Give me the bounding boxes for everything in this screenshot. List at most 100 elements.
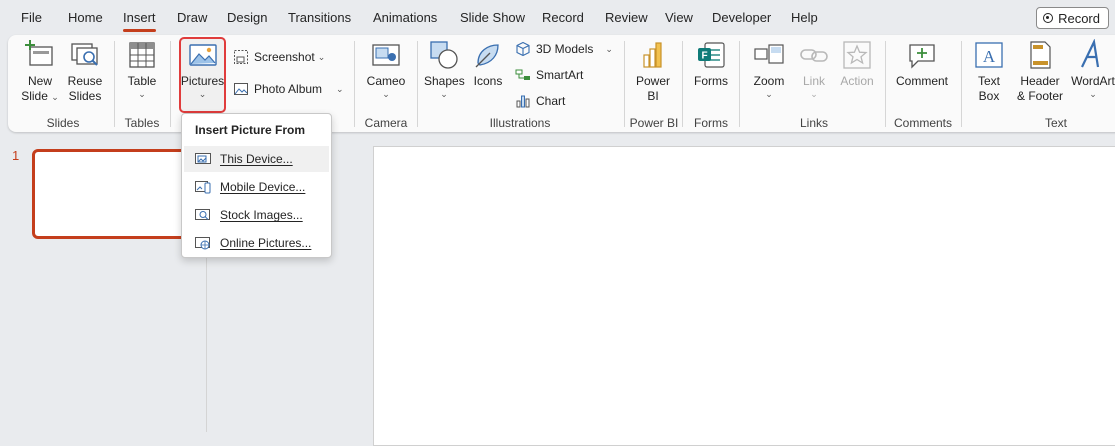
svg-text:A: A xyxy=(983,47,996,66)
table-button[interactable]: Table ⌄ xyxy=(122,39,162,99)
menu-title: Insert Picture From xyxy=(195,123,306,137)
chevron-down-icon: ⌄ xyxy=(765,89,773,99)
tab-draw[interactable]: Draw xyxy=(177,10,207,25)
tab-insert[interactable]: Insert xyxy=(123,10,156,32)
icons-button[interactable]: Icons xyxy=(470,39,506,89)
cube-icon xyxy=(516,41,530,57)
cameo-button[interactable]: Cameo ⌄ xyxy=(365,39,407,99)
group-separator xyxy=(114,41,115,127)
reuse-slides-icon xyxy=(71,43,98,66)
menu-item-label: Online Pictures... xyxy=(220,236,312,250)
tab-view[interactable]: View xyxy=(665,10,693,25)
screenshot-button[interactable]: Screenshot ⌄ xyxy=(233,47,325,67)
chevron-down-icon: ⌄ xyxy=(138,89,146,99)
slide-canvas[interactable] xyxy=(373,146,1115,446)
link-button[interactable]: Link ⌄ xyxy=(796,39,832,99)
insert-picture-menu: Insert Picture From This Device... Mobil… xyxy=(181,113,332,258)
chevron-down-icon: ⌄ xyxy=(440,89,448,99)
text-box-button[interactable]: A Text Box xyxy=(970,39,1008,104)
pictures-button[interactable]: Pictures ⌄ xyxy=(180,39,225,99)
this-device-icon xyxy=(195,153,211,164)
menu-item-label: Stock Images... xyxy=(220,208,303,222)
chart-button[interactable]: Chart xyxy=(515,91,565,111)
group-separator xyxy=(961,41,962,127)
chevron-down-icon: ⌄ xyxy=(317,52,326,62)
group-separator xyxy=(354,41,355,127)
ribbon-insert: New Slide ⌄ Reuse Slides Slides Table ⌄ … xyxy=(8,35,1115,132)
stock-images-icon xyxy=(195,209,210,220)
power-bi-icon xyxy=(643,42,662,68)
photo-album-button[interactable]: Photo Album ⌄ xyxy=(233,79,344,99)
group-separator xyxy=(682,41,683,127)
comment-icon xyxy=(909,44,935,69)
slide-thumbnail-number: 1 xyxy=(12,148,20,163)
tab-design[interactable]: Design xyxy=(227,10,267,25)
slide-thumbnail[interactable] xyxy=(32,149,192,239)
cameo-icon xyxy=(372,44,400,66)
link-icon xyxy=(800,49,828,62)
smartart-button[interactable]: SmartArt xyxy=(515,65,583,85)
menu-item-label: This Device... xyxy=(220,152,293,166)
comment-button[interactable]: Comment xyxy=(894,39,950,89)
new-slide-button[interactable]: New Slide ⌄ xyxy=(20,39,60,104)
zoom-icon xyxy=(754,44,784,64)
group-label-forms: Forms xyxy=(694,116,728,130)
chevron-down-icon: ⌄ xyxy=(382,89,390,99)
chevron-down-icon: ⌄ xyxy=(51,92,59,102)
shapes-icon xyxy=(430,41,458,69)
group-label-illustrations: Illustrations xyxy=(489,116,551,130)
power-bi-button[interactable]: Power BI xyxy=(632,39,674,104)
menu-item-stock-images[interactable]: Stock Images... xyxy=(184,202,329,228)
menu-item-mobile-device[interactable]: Mobile Device... xyxy=(184,174,329,200)
record-icon xyxy=(1043,13,1054,23)
chevron-down-icon: ⌄ xyxy=(810,89,818,99)
zoom-button[interactable]: Zoom ⌄ xyxy=(748,39,790,99)
icons-icon xyxy=(475,44,499,68)
smartart-icon xyxy=(515,69,530,80)
group-label-comments: Comments xyxy=(893,116,953,130)
ribbon-tab-bar: File Home Insert Draw Design Transitions… xyxy=(0,0,1115,36)
tab-record[interactable]: Record xyxy=(542,10,584,25)
wordart-button[interactable]: WordArt ⌄ xyxy=(1070,39,1115,99)
tab-home[interactable]: Home xyxy=(68,10,103,25)
header-footer-icon xyxy=(1030,41,1051,69)
online-pictures-icon xyxy=(195,237,210,250)
reuse-slides-button[interactable]: Reuse Slides xyxy=(64,39,106,104)
mobile-device-icon xyxy=(195,181,211,194)
group-separator xyxy=(885,41,886,127)
action-button[interactable]: Action xyxy=(837,39,877,89)
chevron-down-icon: ⌄ xyxy=(198,89,207,99)
menu-item-online-pictures[interactable]: Online Pictures... xyxy=(184,230,329,256)
chevron-down-icon: ⌄ xyxy=(336,84,344,94)
shapes-button[interactable]: Shapes ⌄ xyxy=(424,39,465,99)
menu-item-this-device[interactable]: This Device... xyxy=(184,146,329,172)
chart-icon xyxy=(516,95,530,108)
group-separator xyxy=(170,41,171,127)
tab-animations[interactable]: Animations xyxy=(373,10,437,25)
tab-review[interactable]: Review xyxy=(605,10,648,25)
group-label-camera: Camera xyxy=(364,116,408,130)
tab-file[interactable]: File xyxy=(21,10,42,25)
wordart-icon xyxy=(1081,39,1100,68)
tab-slide-show[interactable]: Slide Show xyxy=(460,10,525,25)
action-icon xyxy=(843,41,871,69)
3d-models-button[interactable]: 3D Models ⌄ xyxy=(515,39,613,59)
text-box-icon: A xyxy=(975,42,1003,68)
group-separator xyxy=(739,41,740,127)
chevron-down-icon: ⌄ xyxy=(605,44,613,54)
table-icon xyxy=(129,42,155,68)
record-button[interactable]: Record xyxy=(1036,7,1109,29)
group-separator xyxy=(417,41,418,127)
forms-icon: F xyxy=(698,42,725,68)
tab-transitions[interactable]: Transitions xyxy=(288,10,351,25)
group-separator xyxy=(624,41,625,127)
record-button-label: Record xyxy=(1058,10,1100,26)
new-slide-icon xyxy=(25,40,53,66)
group-label-text: Text xyxy=(1044,116,1068,130)
tab-help[interactable]: Help xyxy=(791,10,818,25)
header-footer-button[interactable]: Header & Footer xyxy=(1014,39,1066,104)
photo-album-icon xyxy=(234,83,248,95)
tab-developer[interactable]: Developer xyxy=(712,10,771,25)
screenshot-icon xyxy=(234,50,248,64)
forms-button[interactable]: F Forms xyxy=(691,39,731,89)
